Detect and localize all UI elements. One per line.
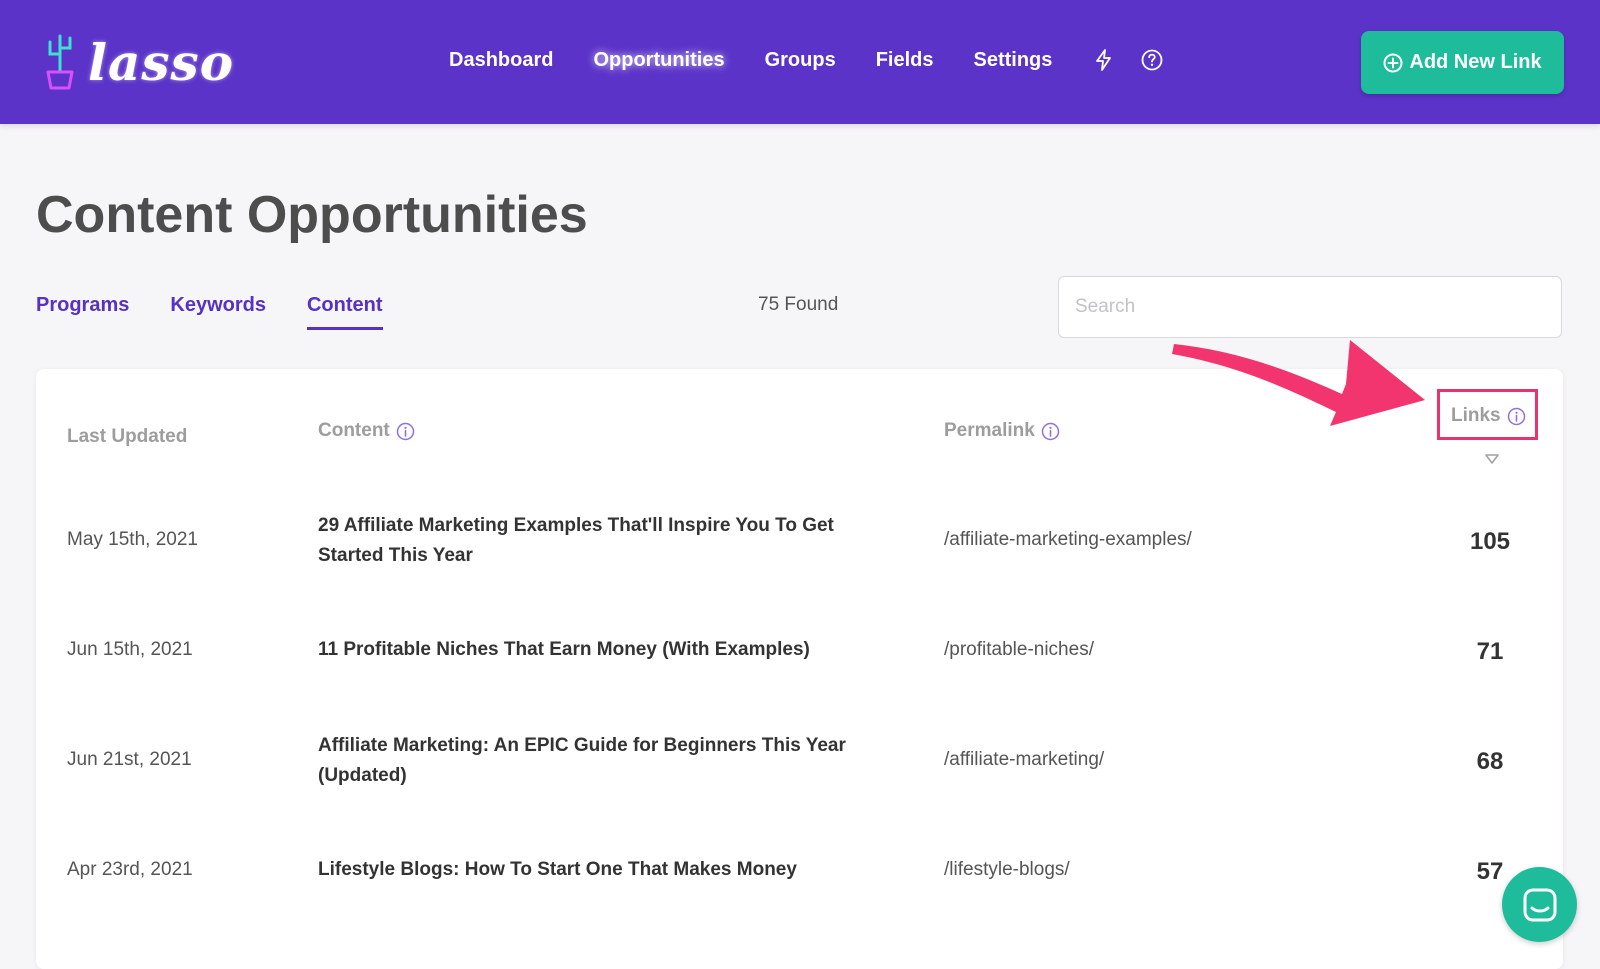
main-nav: Dashboard Opportunities Groups Fields Se… xyxy=(449,48,1188,72)
row-permalink[interactable]: /lifestyle-blogs/ xyxy=(944,859,1070,881)
row-content-title[interactable]: 29 Affiliate Marketing Examples That'll … xyxy=(318,511,888,571)
nav-fields[interactable]: Fields xyxy=(876,49,934,72)
row-content-title[interactable]: Lifestyle Blogs: How To Start One That M… xyxy=(318,855,888,885)
help-icon[interactable] xyxy=(1140,48,1164,72)
row-date: Jun 21st, 2021 xyxy=(67,749,192,770)
nav-opportunities[interactable]: Opportunities xyxy=(593,49,724,72)
column-header-content[interactable]: Content xyxy=(318,420,415,442)
tab-keywords[interactable]: Keywords xyxy=(170,294,266,330)
results-count: 75 Found xyxy=(758,294,839,315)
tab-content[interactable]: Content xyxy=(306,294,383,330)
add-new-link-button[interactable]: Add New Link xyxy=(1361,31,1564,94)
column-header-label: Content xyxy=(318,420,390,441)
row-permalink[interactable]: /affiliate-marketing/ xyxy=(944,749,1104,771)
chat-button[interactable] xyxy=(1502,867,1577,942)
info-icon[interactable] xyxy=(1041,422,1060,441)
nav-dashboard[interactable]: Dashboard xyxy=(449,49,553,72)
row-permalink[interactable]: /profitable-niches/ xyxy=(944,639,1094,661)
nav-settings[interactable]: Settings xyxy=(974,49,1053,72)
column-header-permalink[interactable]: Permalink xyxy=(944,420,1060,442)
plus-circle-icon xyxy=(1383,53,1403,72)
add-new-link-label: Add New Link xyxy=(1409,51,1542,73)
chat-icon xyxy=(1523,888,1556,921)
column-header-label: Last Updated xyxy=(67,426,188,447)
row-links-count[interactable]: 68 xyxy=(1450,748,1530,776)
row-links-count[interactable]: 105 xyxy=(1450,528,1530,556)
info-icon[interactable] xyxy=(396,422,415,441)
opportunity-tabs: Programs Keywords Content xyxy=(36,294,424,330)
tab-programs[interactable]: Programs xyxy=(36,294,129,330)
row-date: Apr 23rd, 2021 xyxy=(67,859,193,880)
sort-descending-icon[interactable] xyxy=(1485,454,1499,464)
search-input[interactable] xyxy=(1058,276,1562,338)
column-header-last-updated[interactable]: Last Updated xyxy=(67,426,187,448)
row-content-title[interactable]: 11 Profitable Niches That Earn Money (Wi… xyxy=(318,635,888,665)
page-title: Content Opportunities xyxy=(36,186,588,244)
row-permalink[interactable]: /affiliate-marketing-examples/ xyxy=(944,529,1192,551)
column-header-label: Permalink xyxy=(944,420,1035,441)
top-navbar: lasso Dashboard Opportunities Groups Fie… xyxy=(0,0,1600,124)
logo-text: lasso xyxy=(88,32,235,92)
nav-groups[interactable]: Groups xyxy=(765,49,836,72)
row-date: May 15th, 2021 xyxy=(67,529,198,550)
lightning-icon[interactable] xyxy=(1092,48,1116,72)
highlight-box xyxy=(1437,389,1538,440)
row-links-count[interactable]: 71 xyxy=(1450,638,1530,666)
cactus-icon xyxy=(46,34,74,90)
logo[interactable]: lasso xyxy=(38,28,234,96)
row-content-title[interactable]: Affiliate Marketing: An EPIC Guide for B… xyxy=(318,731,888,791)
row-date: Jun 15th, 2021 xyxy=(67,639,193,660)
annotation-arrow xyxy=(1172,340,1425,426)
